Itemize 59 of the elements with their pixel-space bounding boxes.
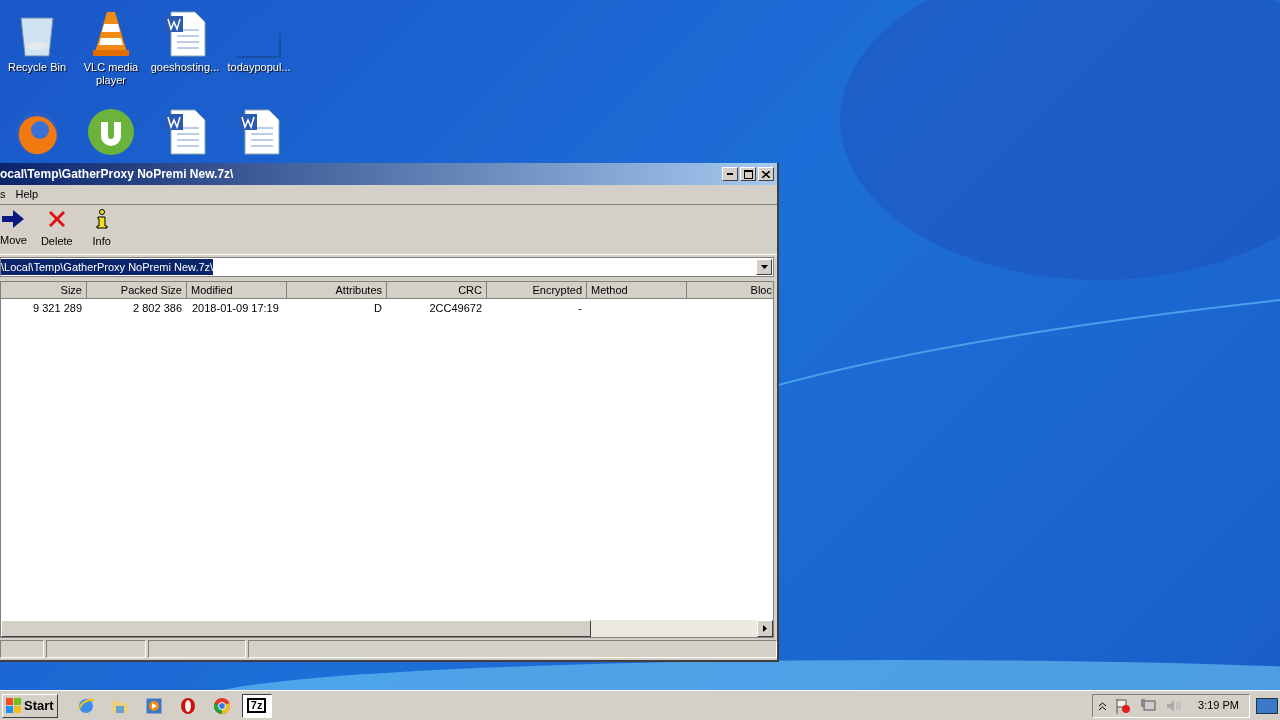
chevron-up-icon[interactable]	[1099, 701, 1107, 710]
column-header[interactable]: Attributes	[287, 282, 387, 299]
taskbar-button[interactable]: 7z	[241, 693, 272, 718]
column-header[interactable]: Modified	[187, 282, 287, 299]
firefox-icon	[14, 110, 60, 156]
dropdown-button[interactable]	[756, 259, 772, 275]
maximize-icon	[743, 169, 753, 179]
flag-warning-icon[interactable]	[1115, 697, 1132, 714]
table-cell-text: -	[578, 300, 582, 316]
minimize-icon	[727, 173, 733, 175]
recycle-bin-icon	[17, 14, 57, 58]
torrent-icon	[87, 108, 135, 156]
scrollbar-thumb[interactable]	[1, 620, 591, 637]
minimize-button[interactable]	[722, 167, 738, 181]
desktop-icon-label[interactable]: todaypopul...	[227, 61, 291, 74]
toolbar-button[interactable]: Delete	[36, 206, 77, 253]
arrow-right-icon	[2, 210, 25, 229]
toolbar-button[interactable]: Move	[0, 206, 27, 253]
info-icon	[95, 209, 108, 230]
seven-zip-logo: 7z	[246, 698, 267, 713]
chrome-icon	[212, 696, 231, 715]
table-cell-text: D	[374, 300, 382, 316]
blank-file-icon	[237, 34, 281, 58]
show-desktop-button[interactable]	[1256, 697, 1278, 714]
column-header[interactable]: Size	[1, 282, 87, 299]
column-header[interactable]: CRC	[387, 282, 487, 299]
opera-icon	[179, 696, 196, 715]
word-document-icon	[163, 108, 207, 156]
close-button[interactable]	[758, 167, 774, 181]
window-title: ocal\Temp\GatherProxy NoPremi New.7z\	[0, 166, 234, 183]
status-bar-pane	[0, 640, 44, 658]
table-cell-text: 9 321 289	[33, 300, 82, 316]
table-cell-text: 2018-01-09 17:19	[192, 300, 279, 316]
menu-item[interactable]: Help	[15, 186, 39, 203]
table-cell-text: 2CC49672	[429, 300, 482, 316]
windows-logo-icon	[6, 697, 22, 714]
menu-item[interactable]: s	[0, 186, 6, 203]
play-icon	[145, 697, 162, 714]
clock[interactable]: 3:19 PM	[1198, 697, 1239, 714]
column-header[interactable]: Bloc	[687, 282, 773, 299]
word-document-icon	[237, 108, 281, 156]
close-icon	[762, 170, 770, 178]
column-header[interactable]: Packed Size	[87, 282, 187, 299]
toolbar-button[interactable]: Info	[86, 206, 117, 253]
scroll-right-button[interactable]	[757, 620, 773, 637]
address-field[interactable]: \Local\Temp\GatherProxy NoPremi New.7z\	[0, 257, 774, 277]
maximize-button[interactable]	[740, 167, 756, 181]
browser-e-icon	[76, 696, 95, 715]
desktop-icon-label[interactable]: VLC media player	[74, 61, 148, 87]
column-header[interactable]: Encrypted	[487, 282, 587, 299]
table-cell-text: 2 802 386	[133, 300, 182, 316]
desktop-icon-label[interactable]: goeshosting...	[150, 61, 220, 74]
column-header[interactable]: Method	[587, 282, 687, 299]
traffic-cone-icon	[91, 10, 131, 58]
caret-icon	[760, 265, 768, 269]
start-button[interactable]: Start	[2, 693, 58, 718]
caret-icon	[763, 625, 767, 632]
desktop-icon-label[interactable]: Recycle Bin	[7, 61, 67, 74]
word-document-icon	[163, 10, 207, 58]
